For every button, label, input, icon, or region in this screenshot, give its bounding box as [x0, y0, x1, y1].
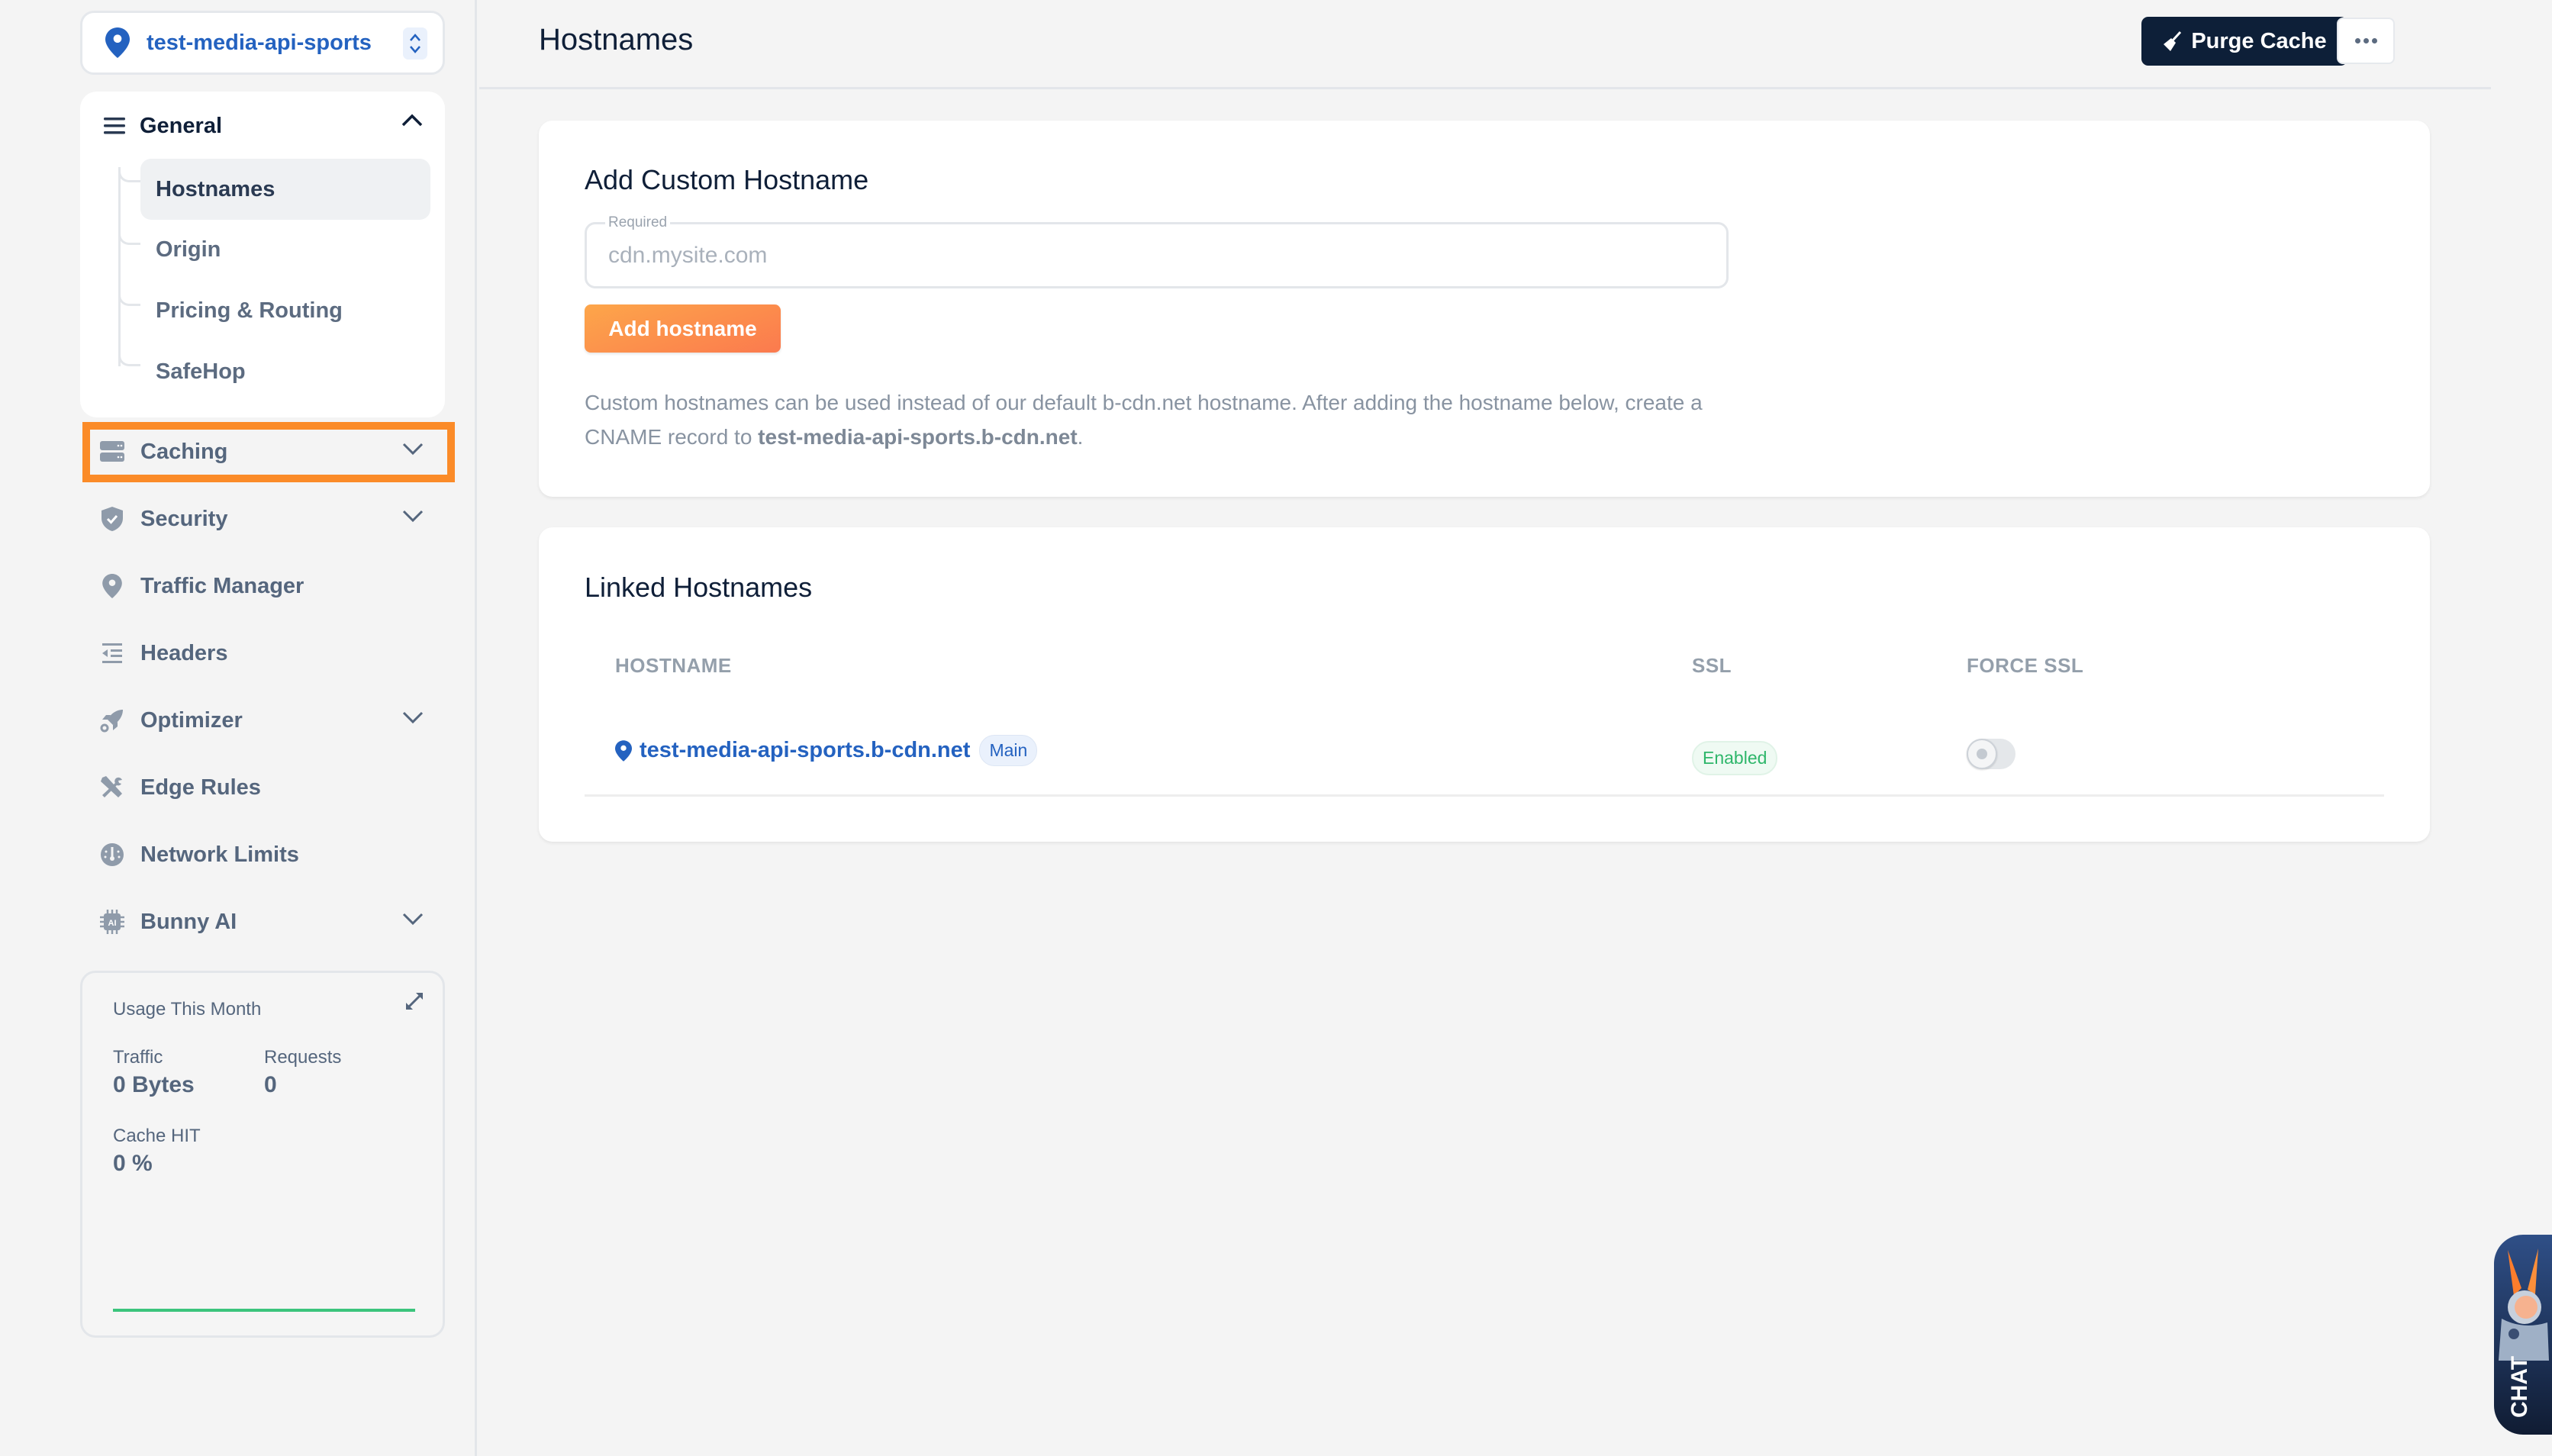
sidebar-item-traffic-manager[interactable]: Traffic Manager: [99, 563, 435, 609]
tree-line: [118, 168, 121, 366]
ssl-status-badge: Enabled: [1692, 741, 1778, 775]
sidebar: test-media-api-sports General Hostnames …: [0, 0, 477, 1456]
requests-value: 0: [264, 1072, 277, 1097]
svg-text:AI: AI: [108, 919, 117, 928]
headers-list-icon: [99, 640, 125, 666]
purge-cache-label: Purge Cache: [2191, 28, 2327, 53]
usage-title: Usage This Month: [113, 999, 262, 1020]
menu-icon: [104, 118, 125, 134]
map-pin-icon: [99, 573, 125, 599]
chevron-down-icon: [402, 510, 424, 523]
sidebar-item-label: Security: [140, 506, 228, 531]
tree-elbow: [118, 167, 140, 182]
column-header-force-ssl[interactable]: FORCE SSL: [1967, 654, 2083, 678]
purge-cache-button[interactable]: Purge Cache: [2141, 17, 2347, 66]
sidebar-item-origin[interactable]: Origin: [140, 219, 430, 280]
hostname-field-legend: Required: [605, 214, 671, 231]
usage-sparkline: [113, 1309, 415, 1312]
cache-hit-label: Cache HIT: [113, 1126, 201, 1146]
chevron-down-icon: [402, 443, 424, 456]
linked-hostnames-card: Linked Hostnames HOSTNAME SSL FORCE SSL …: [539, 527, 2430, 842]
shield-check-icon: [99, 506, 125, 532]
cache-hit-value: 0 %: [113, 1151, 153, 1176]
sidebar-item-safehop[interactable]: SafeHop: [140, 341, 430, 402]
server-icon: [99, 439, 125, 465]
column-header-ssl[interactable]: SSL: [1692, 654, 1732, 678]
traffic-value: 0 Bytes: [113, 1072, 195, 1097]
hostname-link[interactable]: test-media-api-sports.b-cdn.net: [640, 738, 970, 763]
zone-selector[interactable]: test-media-api-sports: [80, 11, 445, 75]
general-label: General: [140, 113, 222, 138]
chat-widget-button[interactable]: CHAT: [2494, 1235, 2552, 1435]
map-pin-icon: [615, 739, 632, 762]
hostname-input[interactable]: [608, 238, 1707, 273]
sidebar-item-edge-rules[interactable]: Edge Rules: [99, 765, 435, 810]
main-badge: Main: [979, 735, 1038, 766]
page-title: Hostnames: [539, 23, 694, 56]
general-section-toggle[interactable]: General: [103, 108, 424, 143]
chevron-down-icon: [402, 913, 424, 926]
chevron-up-down-icon[interactable]: [403, 27, 427, 60]
chevron-up-icon: [401, 114, 423, 127]
tree-elbow: [118, 291, 140, 306]
sidebar-item-label: Optimizer: [140, 707, 243, 733]
sidebar-item-label: Network Limits: [140, 842, 299, 867]
chat-label: CHAT: [2507, 1355, 2532, 1418]
sidebar-item-label: Caching: [140, 439, 228, 464]
ellipsis-icon: [2354, 38, 2377, 43]
tools-icon: [99, 775, 125, 800]
force-ssl-toggle[interactable]: [1967, 739, 2016, 769]
general-section: General Hostnames Origin Pricing & Routi…: [80, 92, 445, 417]
rocket-icon: [99, 707, 125, 733]
help-text-body: Custom hostnames can be used instead of …: [585, 391, 1703, 449]
sidebar-item-label: Headers: [140, 640, 228, 665]
sidebar-item-label: Bunny AI: [140, 909, 237, 934]
column-header-hostname[interactable]: HOSTNAME: [615, 654, 732, 678]
cname-target: test-media-api-sports.b-cdn.net: [758, 425, 1078, 449]
add-custom-hostname-card: Add Custom Hostname Required Add hostnam…: [539, 121, 2430, 497]
tree-elbow: [118, 230, 140, 245]
help-text-end: .: [1077, 425, 1084, 449]
tree-elbow: [118, 351, 140, 366]
ai-chip-icon: AI: [99, 909, 125, 935]
gauge-icon: [99, 842, 125, 868]
sidebar-item-pricing-routing[interactable]: Pricing & Routing: [140, 280, 430, 341]
broom-icon: [2164, 31, 2182, 51]
sidebar-item-label: Edge Rules: [140, 775, 261, 800]
map-pin-icon: [105, 27, 130, 58]
sidebar-item-bunny-ai[interactable]: AI Bunny AI: [99, 899, 435, 945]
chevron-down-icon: [402, 711, 424, 724]
hostname-cell: test-media-api-sports.b-cdn.net Main: [615, 735, 1038, 766]
row-divider: [585, 794, 2384, 797]
sidebar-item-security[interactable]: Security: [99, 496, 435, 542]
expand-icon[interactable]: [404, 991, 424, 1015]
sidebar-item-hostnames[interactable]: Hostnames: [140, 159, 430, 220]
sidebar-item-label: Traffic Manager: [140, 573, 304, 598]
add-custom-hostname-title: Add Custom Hostname: [585, 164, 869, 195]
more-options-button[interactable]: [2337, 18, 2395, 64]
add-hostname-button[interactable]: Add hostname: [585, 304, 781, 353]
toggle-knob: [1967, 739, 1997, 769]
traffic-label: Traffic: [113, 1047, 163, 1068]
linked-hostnames-title: Linked Hostnames: [585, 572, 813, 603]
sidebar-item-network-limits[interactable]: Network Limits: [99, 832, 435, 878]
requests-label: Requests: [264, 1047, 342, 1068]
header-divider: [479, 87, 2491, 89]
sidebar-item-optimizer[interactable]: Optimizer: [99, 697, 435, 743]
zone-name: test-media-api-sports: [147, 30, 372, 55]
sidebar-item-headers[interactable]: Headers: [99, 630, 435, 676]
sidebar-item-caching[interactable]: Caching: [99, 429, 435, 475]
help-text: Custom hostnames can be used instead of …: [585, 385, 1775, 454]
bunny-astronaut-icon: [2499, 1248, 2549, 1361]
hostname-field: Required: [585, 214, 1729, 288]
usage-card: Usage This Month Traffic 0 Bytes Request…: [80, 971, 445, 1338]
